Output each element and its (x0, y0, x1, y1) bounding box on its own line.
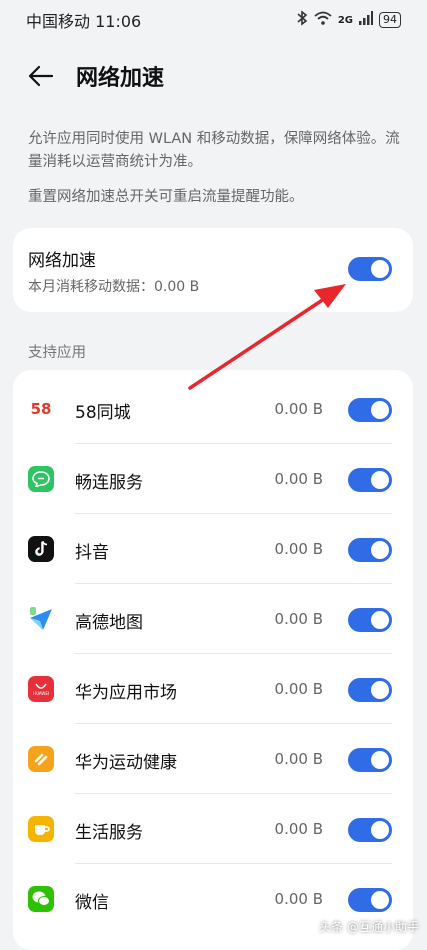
douyin-icon (28, 536, 54, 562)
app-usage: 0.00 B (274, 540, 323, 558)
app-usage: 0.00 B (274, 400, 323, 418)
list-item: 抖音 0.00 B (13, 514, 413, 584)
app-name: 抖音 (75, 543, 109, 563)
app-name: 生活服务 (75, 823, 143, 843)
list-item: HUAWEI 华为应用市场 0.00 B (13, 654, 413, 724)
carrier-time: 中国移动 11:06 (26, 12, 142, 31)
app-usage: 0.00 B (274, 470, 323, 488)
back-button[interactable] (26, 61, 56, 91)
app-list: 58 58同城 0.00 B 畅连服务 0.00 B 抖音 0.00 B 高德地… (13, 370, 413, 950)
app-toggle-switch[interactable] (348, 748, 392, 772)
toggle-knob (371, 891, 389, 909)
cup-icon (28, 816, 54, 842)
toggle-knob (371, 471, 389, 489)
list-item: 58 58同城 0.00 B (13, 374, 413, 444)
status-bar: 中国移动 11:06 2G 94 (0, 0, 427, 40)
chat-icon (28, 466, 54, 492)
app-name: 畅连服务 (75, 473, 143, 493)
app-name: 华为应用市场 (75, 683, 177, 703)
watermark: 头条 @互通小助手 (319, 920, 419, 934)
toggle-knob (371, 751, 389, 769)
app-usage: 0.00 B (274, 820, 323, 838)
app-usage: 0.00 B (274, 680, 323, 698)
app-toggle-switch[interactable] (348, 468, 392, 492)
wechat-icon (28, 886, 54, 912)
toggle-knob (371, 401, 389, 419)
58-icon: 58 (30, 400, 52, 418)
battery-icon: 94 (379, 12, 401, 28)
app-usage: 0.00 B (274, 750, 323, 768)
reset-hint-text: 重置网络加速总开关可重启流量提醒功能。 (28, 189, 304, 205)
app-name: 微信 (75, 893, 109, 913)
app-usage: 0.00 B (274, 890, 323, 908)
back-arrow-icon (28, 65, 54, 87)
list-item: 高德地图 0.00 B (13, 584, 413, 654)
list-item: 生活服务 0.00 B (13, 794, 413, 864)
description-text: 允许应用同时使用 WLAN 和移动数据，保障网络体验。流量消耗以运营商统计为准。 (28, 131, 400, 170)
section-label: 支持应用 (28, 345, 86, 361)
app-toggle-switch[interactable] (348, 608, 392, 632)
wifi-icon (314, 11, 332, 29)
header: 网络加速 (0, 52, 427, 100)
app-toggle-switch[interactable] (348, 538, 392, 562)
app-usage: 0.00 B (274, 610, 323, 628)
toggle-knob (371, 541, 389, 559)
app-toggle-switch[interactable] (348, 888, 392, 912)
network-type: 2G (337, 14, 353, 26)
app-name: 华为运动健康 (75, 753, 177, 773)
health-icon (28, 746, 54, 772)
page-title: 网络加速 (76, 66, 165, 91)
toggle-knob (371, 681, 389, 699)
toggle-knob (371, 611, 389, 629)
list-item: 畅连服务 0.00 B (13, 444, 413, 514)
app-toggle-switch[interactable] (348, 818, 392, 842)
app-name: 58同城 (75, 403, 131, 423)
bluetooth-icon (296, 10, 308, 30)
monthly-usage-text: 本月消耗移动数据：0.00 B (28, 279, 200, 295)
status-icons: 2G 94 (296, 10, 401, 30)
main-toggle-switch[interactable] (348, 257, 392, 281)
signal-icon (359, 11, 373, 29)
network-acceleration-card: 网络加速 本月消耗移动数据：0.00 B (13, 228, 413, 312)
app-toggle-switch[interactable] (348, 398, 392, 422)
app-toggle-switch[interactable] (348, 678, 392, 702)
app-name: 高德地图 (75, 613, 143, 633)
appstore-icon: HUAWEI (28, 676, 54, 702)
toggle-knob (371, 821, 389, 839)
map-icon (28, 606, 54, 632)
toggle-knob (371, 260, 389, 278)
list-item: 华为运动健康 0.00 B (13, 724, 413, 794)
main-toggle-title: 网络加速 (28, 251, 96, 271)
